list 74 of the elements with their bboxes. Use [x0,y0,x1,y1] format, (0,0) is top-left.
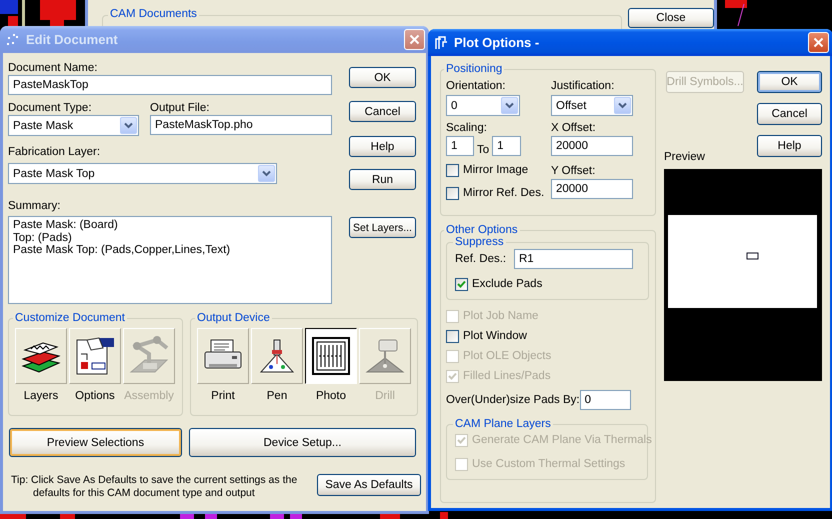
window-title: Edit Document [26,32,119,47]
summary-line: Top: (Pads) [13,232,73,244]
field-label: Scaling: [446,121,488,135]
grip-dots-icon [5,32,21,46]
group-title: CAM Plane Layers [454,418,552,430]
tool-label: Assembly [124,390,174,402]
summary-line: Paste Mask Top: (Pads,Copper,Lines,Text) [13,244,232,256]
window-title: Plot Options - [454,35,540,50]
tool-label: Drill [375,390,395,402]
close-button[interactable] [808,32,829,53]
checkbox-label: Filled Lines/Pads [463,370,551,382]
tool-label: Options [75,390,115,402]
checkbox-label: Plot Window [463,330,527,342]
field-label: Ref. Des.: [455,253,508,265]
group-title: Suppress [454,236,505,248]
chevron-down-icon [124,122,133,129]
checkbox-label: Plot Job Name [463,310,538,322]
field-label: Output File: [150,101,210,115]
dropdown[interactable]: 0 [446,95,520,116]
input-field[interactable]: 1 [446,136,474,156]
checkbox-label: Mirror Ref. Des. [463,187,544,199]
field-label: Document Type: [8,101,93,115]
close-icon [813,37,824,48]
group-title: Positioning [445,63,504,75]
group-title: Output Device [196,312,271,324]
tool-label: Photo [316,390,346,402]
field-label: Over(Under)size Pads By: [446,394,580,406]
tool-label: Print [211,390,235,402]
checkbox-label: Exclude Pads [472,278,542,290]
checkbox-label: Use Custom Thermal Settings [472,458,626,470]
plot-icon [433,34,449,50]
preview-label: Preview [664,151,705,163]
film-pattern-icon [309,334,353,378]
group-title: Other Options [445,224,519,236]
input-field[interactable]: 0 [580,390,631,410]
pcb-copper-drawing [725,0,747,26]
input-field[interactable]: 1 [492,136,522,156]
tool-label: Layers [24,390,58,402]
chevron-down-icon [505,102,514,109]
checkbox-label: Plot OLE Objects [463,350,552,362]
checkmark-icon [447,371,458,381]
ok-button[interactable]: OK [757,71,822,93]
checkbox-label: Generate CAM Plane Via Thermals [472,434,652,446]
checkmark-icon [456,279,467,289]
group-title: CAM Documents [108,8,199,20]
chevron-down-icon [618,102,627,109]
field-label: Orientation: [446,79,506,93]
field-label: Justification: [551,79,616,93]
field-label: To [477,144,490,156]
input-field[interactable]: R1 [514,249,633,269]
checkbox[interactable] [446,186,459,200]
field-label: Fabrication Layer: [8,145,102,159]
checkbox[interactable] [446,330,459,342]
checkbox[interactable] [455,278,468,290]
tip-text: Tip: Click Save As Defaults to save the current settings as the defaults for this CAM document type and output [11,474,298,500]
checkbox[interactable] [446,164,459,176]
input-field[interactable]: 20000 [551,179,633,199]
field-label: Document Name: [8,61,98,75]
input-field[interactable]: 20000 [551,136,633,156]
field-label: Y Offset: [551,164,596,178]
close-icon [409,34,420,45]
tool-label: Pen [266,390,288,402]
pcb-copper-drawing [440,512,448,519]
help-button[interactable]: Help [757,135,822,157]
summary-line: Paste Mask: (Board) [13,219,119,232]
chevron-down-icon [262,170,271,177]
checkbox-label: Mirror Image [463,164,528,176]
checkmark-icon [456,435,467,445]
field-label: Summary: [8,199,62,213]
dropdown[interactable]: Offset [551,95,633,116]
cancel-button[interactable]: Cancel [757,103,822,125]
field-label: X Offset: [551,121,597,135]
group-title: Customize Document [14,312,126,324]
close-button[interactable]: Close [628,8,714,28]
